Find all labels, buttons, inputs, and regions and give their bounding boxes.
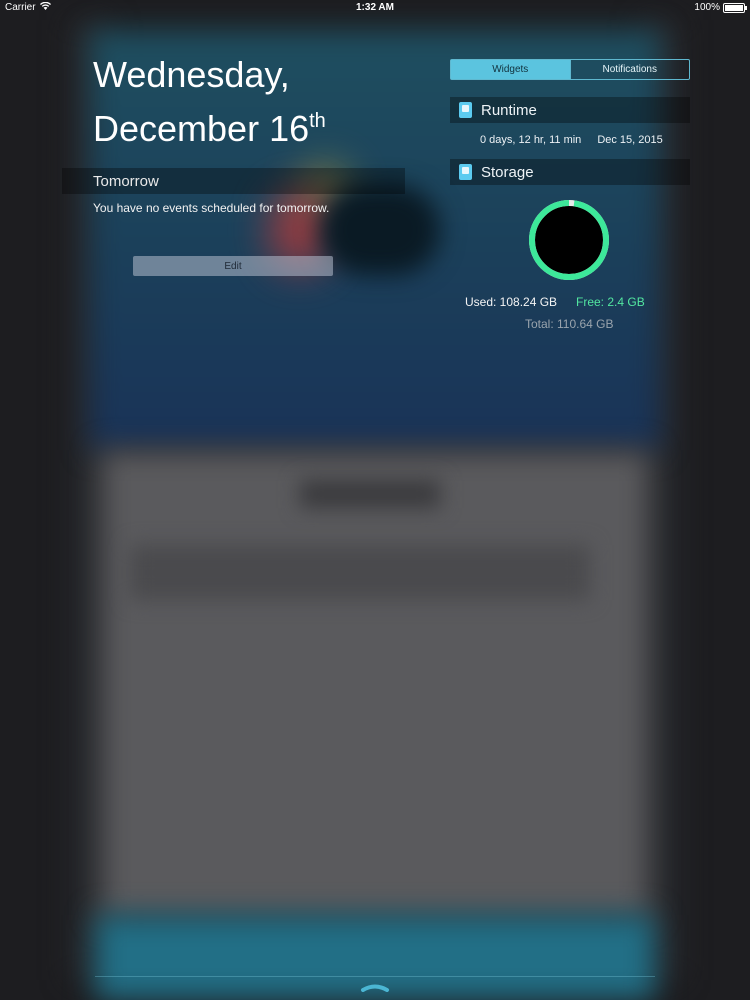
storage-widget-header[interactable]: Storage xyxy=(450,159,690,185)
background-blur xyxy=(300,480,440,508)
date-weekday: Wednesday, xyxy=(93,54,290,95)
widget-app-icon xyxy=(459,164,472,180)
bottom-divider xyxy=(95,976,655,977)
storage-usage-ring xyxy=(529,200,609,280)
no-events-message: You have no events scheduled for tomorro… xyxy=(93,201,330,215)
storage-title: Storage xyxy=(481,163,534,181)
runtime-title: Runtime xyxy=(481,101,537,119)
background-blur xyxy=(320,185,440,275)
storage-total-label: Total: 110.64 GB xyxy=(525,317,614,331)
background-blur xyxy=(130,545,590,600)
runtime-widget-header[interactable]: Runtime xyxy=(450,97,690,123)
tomorrow-title: Tomorrow xyxy=(93,172,159,190)
tomorrow-header: Tomorrow xyxy=(62,168,405,194)
date-day: December 16th xyxy=(93,98,326,152)
runtime-duration: 0 days, 12 hr, 11 min xyxy=(480,134,582,146)
tab-notifications[interactable]: Notifications xyxy=(569,60,690,79)
status-bar: Carrier 1:32 AM 100% xyxy=(0,0,750,16)
date-suffix: th xyxy=(309,110,326,132)
storage-used-label: Used: 108.24 GB xyxy=(465,295,558,309)
status-right: 100% xyxy=(694,2,747,13)
notification-center: Carrier 1:32 AM 100% Wednesday, December… xyxy=(0,0,750,1000)
widget-app-icon xyxy=(459,102,472,118)
battery-icon xyxy=(723,2,747,13)
edit-button[interactable]: Edit xyxy=(133,256,333,276)
runtime-values: 0 days, 12 hr, 11 min Dec 15, 2015 xyxy=(480,134,663,146)
chevron-up-icon[interactable] xyxy=(360,982,390,992)
status-time: 1:32 AM xyxy=(356,2,394,13)
date-month-day: December 16 xyxy=(93,108,310,149)
view-segmented-control: Widgets Notifications xyxy=(450,59,690,80)
date-heading: Wednesday, December 16th xyxy=(93,52,326,152)
background-blur xyxy=(100,450,650,920)
tab-widgets[interactable]: Widgets xyxy=(451,60,570,79)
storage-free-label: Free: 2.4 GB xyxy=(576,295,645,309)
battery-percent: 100% xyxy=(694,2,720,13)
runtime-date: Dec 15, 2015 xyxy=(597,134,663,146)
